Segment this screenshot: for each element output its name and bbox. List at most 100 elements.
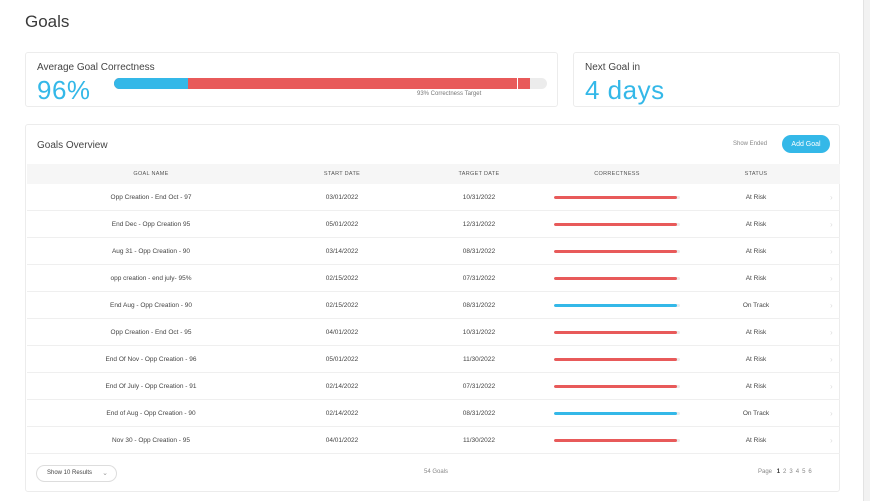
chevron-right-icon[interactable]: › [830, 373, 833, 400]
column-header-status[interactable]: STATUS [707, 164, 805, 184]
progress-fill-blue [114, 78, 188, 89]
goal-name: End Of July - Opp Creation - 91 [105, 383, 197, 390]
start-date: 04/01/2022 [325, 329, 359, 336]
correctness-bar [554, 331, 680, 334]
scrollbar-track[interactable] [863, 0, 870, 501]
chevron-right-icon[interactable]: › [830, 292, 833, 319]
page-link-5[interactable]: 5 [802, 469, 805, 475]
correctness-bar-fill [554, 439, 678, 442]
goal-name: Aug 31 - Opp Creation - 90 [111, 248, 191, 255]
chevron-right-icon[interactable]: › [830, 211, 833, 238]
goals-overview-card: Goals Overview Show Ended Add Goal GOAL … [25, 124, 840, 492]
goals-table-body: Opp Creation - End Oct - 97 03/01/2022 10/… [27, 184, 840, 454]
target-date: 08/31/2022 [462, 248, 496, 255]
page-link-6[interactable]: 6 [808, 469, 811, 475]
correctness-bar-fill [554, 331, 678, 334]
page-size-label: Show 10 Results [47, 470, 93, 476]
correctness-target-label: 93% Correctness Target [417, 91, 482, 97]
table-row[interactable]: End Of July - Opp Creation - 91 02/14/202… [27, 373, 840, 400]
column-header-correctness[interactable]: CORRECTNESS [567, 164, 667, 184]
page-link-2[interactable]: 2 [783, 469, 786, 475]
show-ended-toggle[interactable]: Show Ended [733, 141, 767, 147]
goal-status: At Risk [745, 221, 767, 228]
chevron-right-icon[interactable]: › [830, 346, 833, 373]
start-date: 05/01/2022 [325, 356, 359, 363]
average-correctness-card: Average Goal Correctness 96% 93% Correct… [25, 52, 558, 107]
next-goal-label: Next Goal in [585, 62, 641, 73]
chevron-right-icon[interactable]: › [830, 184, 833, 211]
correctness-bar [554, 385, 680, 388]
goal-name: Nov 30 - Opp Creation - 95 [111, 437, 191, 444]
table-row[interactable]: Opp Creation - End Oct - 97 03/01/2022 10/… [27, 184, 840, 211]
table-footer: Show 10 Results ⌄ 54 Goals Page 123456 [27, 456, 840, 492]
target-date: 08/31/2022 [462, 410, 496, 417]
start-date: 04/01/2022 [325, 437, 359, 444]
goals-overview-title: Goals Overview [37, 140, 108, 151]
average-correctness-label: Average Goal Correctness [37, 62, 155, 73]
goal-status: At Risk [745, 329, 767, 336]
correctness-bar [554, 358, 680, 361]
chevron-right-icon[interactable]: › [830, 319, 833, 346]
start-date: 03/01/2022 [325, 194, 359, 201]
page-link-1[interactable]: 1 [777, 469, 780, 475]
table-row[interactable]: Opp Creation - End Oct - 95 04/01/2022 10/… [27, 319, 840, 346]
goal-name: End Of Nov - Opp Creation - 96 [105, 356, 197, 363]
start-date: 02/14/2022 [325, 383, 359, 390]
correctness-bar [554, 412, 680, 415]
start-date: 02/14/2022 [325, 410, 359, 417]
target-date: 10/31/2022 [462, 194, 496, 201]
table-row[interactable]: Nov 30 - Opp Creation - 95 04/01/2022 11/3… [27, 427, 840, 454]
chevron-right-icon[interactable]: › [830, 238, 833, 265]
goal-status: On Track [742, 302, 770, 309]
column-header-goal-name[interactable]: GOAL NAME [81, 164, 221, 184]
table-header: GOAL NAME START DATE TARGET DATE CORRECT… [27, 164, 840, 184]
correctness-bar-fill [554, 412, 678, 415]
correctness-bar [554, 304, 680, 307]
table-row[interactable]: End Of Nov - Opp Creation - 96 05/01/2022… [27, 346, 840, 373]
pagination: Page 123456 [758, 469, 812, 475]
next-goal-value: 4 days [585, 75, 665, 105]
goal-status: At Risk [745, 356, 767, 363]
correctness-bar-fill [554, 358, 678, 361]
page-link-4[interactable]: 4 [796, 469, 799, 475]
correctness-bar [554, 223, 680, 226]
table-row[interactable]: End Aug - Opp Creation - 90 02/15/2022 08/… [27, 292, 840, 319]
chevron-right-icon[interactable]: › [830, 427, 833, 454]
page-size-select[interactable]: Show 10 Results ⌄ [36, 465, 117, 482]
goal-status: At Risk [745, 194, 767, 201]
target-date: 12/31/2022 [462, 221, 496, 228]
correctness-bar-fill [554, 223, 678, 226]
total-goals-count: 54 Goals [424, 469, 449, 475]
goal-status: At Risk [745, 248, 767, 255]
correctness-bar-fill [554, 385, 678, 388]
table-row[interactable]: Aug 31 - Opp Creation - 90 03/14/2022 08/3… [27, 238, 840, 265]
target-date: 11/30/2022 [462, 437, 496, 444]
target-date: 08/31/2022 [462, 302, 496, 309]
target-date: 07/31/2022 [462, 275, 496, 282]
correctness-bar-fill [554, 196, 678, 199]
column-header-target-date[interactable]: TARGET DATE [429, 164, 529, 184]
chevron-right-icon[interactable]: › [830, 265, 833, 292]
goal-name: End Aug - Opp Creation - 90 [109, 302, 193, 309]
goal-name: Opp Creation - End Oct - 95 [110, 329, 192, 336]
next-goal-card: Next Goal in 4 days [573, 52, 840, 107]
table-row[interactable]: End Dec - Opp Creation 95 05/01/2022 12/31… [27, 211, 840, 238]
start-date: 03/14/2022 [325, 248, 359, 255]
add-goal-button[interactable]: Add Goal [782, 135, 830, 153]
start-date: 05/01/2022 [325, 221, 359, 228]
column-header-start-date[interactable]: START DATE [292, 164, 392, 184]
target-marker [516, 78, 518, 89]
chevron-down-icon: ⌄ [102, 470, 108, 477]
page-link-3[interactable]: 3 [789, 469, 792, 475]
start-date: 02/15/2022 [325, 302, 359, 309]
table-row[interactable]: opp creation - end july- 95% 02/15/2022 07… [27, 265, 840, 292]
start-date: 02/15/2022 [325, 275, 359, 282]
correctness-bar-fill [554, 304, 678, 307]
table-row[interactable]: End of Aug - Opp Creation - 90 02/14/2022… [27, 400, 840, 427]
target-date: 11/30/2022 [462, 356, 496, 363]
goal-name: opp creation - end july- 95% [110, 275, 192, 282]
correctness-bar-fill [554, 250, 678, 253]
page-label: Page [758, 469, 773, 475]
correctness-bar [554, 196, 680, 199]
chevron-right-icon[interactable]: › [830, 400, 833, 427]
